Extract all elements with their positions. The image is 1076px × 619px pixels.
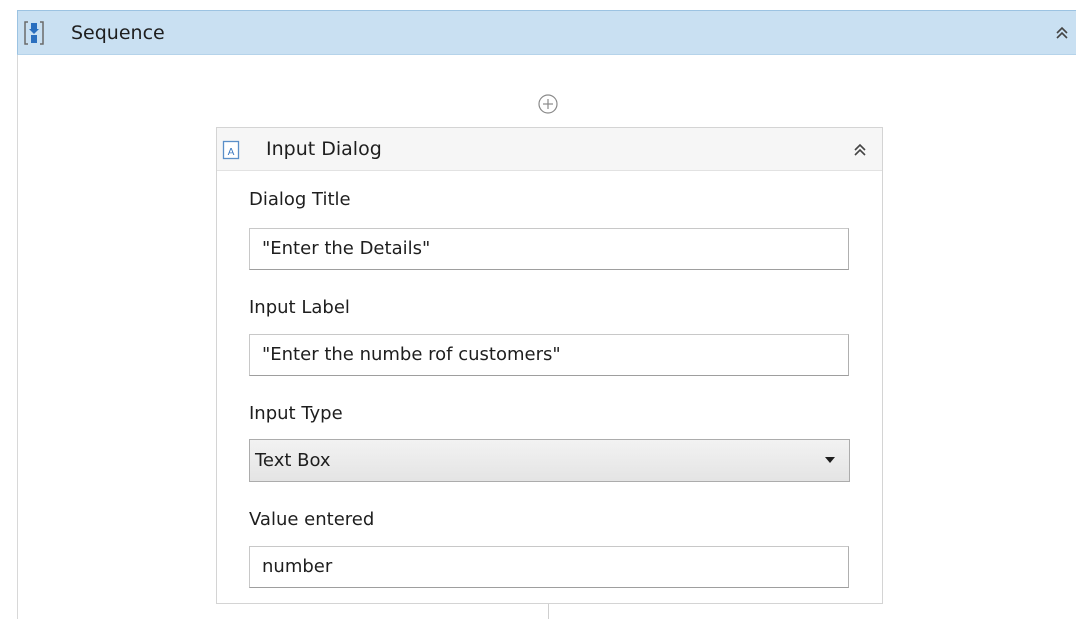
double-chevron-up-icon[interactable] (1052, 23, 1072, 43)
workflow-designer-canvas: Sequence A Input Dialog Dialog Title "En… (0, 0, 1076, 619)
sequence-header[interactable]: Sequence (17, 10, 1076, 55)
input-dialog-activity[interactable]: A Input Dialog Dialog Title "Enter the D… (216, 127, 883, 604)
input-dialog-icon: A (222, 140, 240, 160)
value-entered-input[interactable]: number (249, 546, 849, 588)
input-type-label: Input Type (249, 403, 343, 424)
sequence-connector-line (548, 604, 549, 619)
sequence-title: Sequence (71, 22, 165, 44)
dialog-title-input[interactable]: "Enter the Details" (249, 228, 849, 270)
plus-circle-icon[interactable] (536, 92, 560, 116)
input-dialog-header[interactable]: A Input Dialog (217, 128, 882, 171)
input-type-selected: Text Box (255, 450, 331, 471)
svg-text:A: A (228, 147, 235, 158)
dropdown-arrow-icon[interactable] (825, 457, 835, 463)
dialog-title-label: Dialog Title (249, 189, 351, 210)
sequence-icon (24, 21, 44, 45)
input-type-dropdown[interactable]: Text Box (249, 439, 850, 482)
double-chevron-up-icon[interactable] (850, 140, 870, 160)
input-dialog-title: Input Dialog (266, 138, 382, 160)
value-entered-label: Value entered (249, 509, 375, 530)
input-label-input[interactable]: "Enter the numbe rof customers" (249, 334, 849, 376)
input-label-label: Input Label (249, 297, 350, 318)
